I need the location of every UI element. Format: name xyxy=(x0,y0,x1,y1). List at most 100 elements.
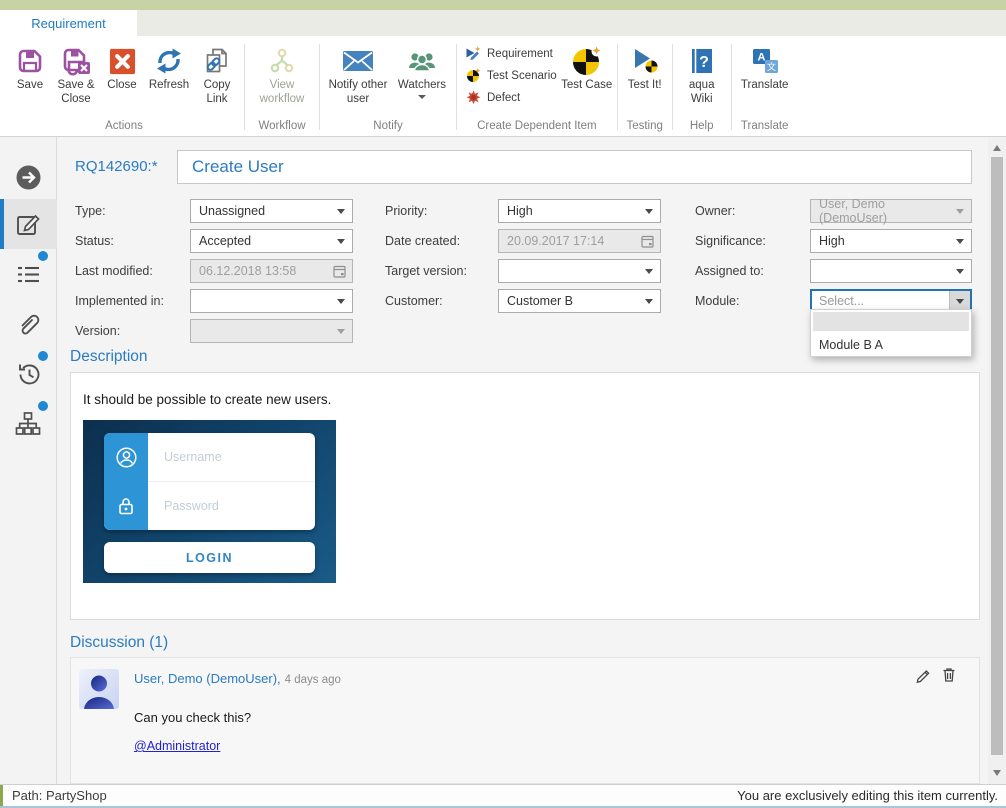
chevron-down-icon xyxy=(337,209,345,214)
item-editor-panel: RQ142690:* Type: Unassigned Priority: Hi… xyxy=(57,137,988,784)
item-path: Path: PartyShop xyxy=(12,788,107,803)
module-option-blank[interactable] xyxy=(813,312,969,331)
sidebar-collapse-button[interactable] xyxy=(0,155,57,199)
translate-button[interactable]: A文 Translate xyxy=(736,36,794,93)
ribbon-separator xyxy=(672,44,673,130)
field-label-type: Type: xyxy=(75,204,190,218)
description-heading: Description xyxy=(70,348,148,366)
history-icon xyxy=(15,361,42,388)
status-bar: Path: PartyShop You are exclusively edit… xyxy=(0,784,1006,808)
save-and-close-button[interactable]: Save & Close xyxy=(52,36,100,106)
field-label-version: Version: xyxy=(75,324,190,338)
ribbon-separator xyxy=(617,44,618,130)
module-dropdown-button[interactable] xyxy=(949,291,970,311)
last-modified-field: 06.12.2018 13:58 xyxy=(190,259,353,283)
type-dropdown[interactable]: Unassigned xyxy=(190,199,353,223)
username-placeholder: Username xyxy=(164,450,222,464)
status-dropdown[interactable]: Accepted xyxy=(190,229,353,253)
significance-dropdown[interactable]: High xyxy=(810,229,972,253)
edit-comment-button[interactable] xyxy=(915,666,932,683)
chevron-down-icon xyxy=(337,329,345,334)
watchers-icon xyxy=(406,43,438,79)
sidebar-item-dependencies[interactable] xyxy=(0,399,57,449)
ribbon-group-workflow: View workflow Workflow xyxy=(247,36,317,136)
sidebar-item-history[interactable] xyxy=(0,349,57,399)
group-label-translate: Translate xyxy=(736,120,794,136)
calendar-icon xyxy=(641,235,654,251)
paperclip-icon xyxy=(15,311,42,338)
chevron-down-icon xyxy=(645,269,653,274)
left-sidebar xyxy=(0,137,57,784)
close-button[interactable]: Close xyxy=(100,36,144,93)
test-it-icon xyxy=(630,43,660,79)
description-editor[interactable]: It should be possible to create new user… xyxy=(70,372,980,620)
arrow-right-circle-icon xyxy=(15,164,42,191)
watchers-button[interactable]: Watchers xyxy=(392,36,452,99)
ribbon-group-translate: A文 Translate Translate xyxy=(734,36,796,136)
chevron-down-icon xyxy=(645,209,653,214)
title-input[interactable] xyxy=(177,150,972,184)
refresh-icon xyxy=(154,43,184,79)
close-icon xyxy=(108,43,137,79)
sidebar-item-attachments[interactable] xyxy=(0,299,57,349)
comment-author[interactable]: User, Demo (DemoUser), xyxy=(134,671,281,686)
chevron-down-icon xyxy=(956,269,964,274)
notify-other-user-button[interactable]: Notify other user xyxy=(324,36,392,106)
field-label-significance: Significance: xyxy=(695,234,810,248)
test-it-button[interactable]: Test It! xyxy=(622,36,668,93)
save-button[interactable]: Save xyxy=(8,36,52,93)
password-placeholder: Password xyxy=(164,499,219,513)
description-text: It should be possible to create new user… xyxy=(83,392,967,407)
watchers-dropdown-caret xyxy=(418,95,426,99)
group-label-actions: Actions xyxy=(8,120,240,136)
priority-dropdown[interactable]: High xyxy=(498,199,661,223)
chevron-down-icon xyxy=(645,299,653,304)
notification-dot xyxy=(38,401,48,411)
create-test-case-button[interactable]: Test Case xyxy=(561,36,613,93)
test-scenario-icon xyxy=(465,67,482,84)
customer-dropdown[interactable]: Customer B xyxy=(498,289,661,313)
sidebar-item-edit[interactable] xyxy=(0,199,57,249)
field-label-module: Module: xyxy=(695,294,810,308)
version-dropdown xyxy=(190,319,353,343)
target-version-dropdown[interactable] xyxy=(498,259,661,283)
envelope-icon xyxy=(341,43,375,79)
field-label-priority: Priority: xyxy=(385,204,498,218)
create-requirement-button[interactable]: Requirement xyxy=(465,45,557,62)
workflow-icon xyxy=(267,43,297,79)
create-test-scenario-button[interactable]: Test Scenario xyxy=(465,67,557,84)
test-case-icon xyxy=(571,43,603,79)
module-option[interactable]: Module B A xyxy=(811,333,971,356)
tab-requirement[interactable]: Requirement xyxy=(0,10,137,36)
sidebar-item-subitems[interactable] xyxy=(0,249,57,299)
scrollbar-thumb[interactable] xyxy=(991,157,1003,755)
login-mock-button: LOGIN xyxy=(104,542,315,573)
chevron-down-icon xyxy=(956,239,964,244)
implemented-in-dropdown[interactable] xyxy=(190,289,353,313)
vertical-scrollbar[interactable] xyxy=(988,137,1006,784)
ribbon-separator xyxy=(244,44,245,130)
translate-icon: A文 xyxy=(750,43,780,79)
create-defect-button[interactable]: Defect xyxy=(465,89,557,106)
group-label-workflow: Workflow xyxy=(249,120,315,136)
calendar-icon xyxy=(333,265,346,281)
field-label-status: Status: xyxy=(75,234,190,248)
delete-comment-button[interactable] xyxy=(941,666,957,683)
scroll-up-arrow-icon[interactable] xyxy=(993,145,1001,151)
aqua-wiki-button[interactable]: ? aqua Wiki xyxy=(677,36,727,106)
group-label-testing: Testing xyxy=(622,120,668,136)
scroll-down-arrow-icon[interactable] xyxy=(993,770,1001,776)
refresh-button[interactable]: Refresh xyxy=(144,36,194,93)
ribbon-separator xyxy=(731,44,732,130)
ribbon-group-create-dependent: Requirement Test Scenario Defect xyxy=(459,36,615,136)
copy-link-button[interactable]: Copy Link xyxy=(194,36,240,106)
chevron-down-icon xyxy=(337,299,345,304)
notification-dot xyxy=(38,351,48,361)
mention-link[interactable]: @Administrator xyxy=(134,739,220,753)
assigned-to-dropdown[interactable] xyxy=(810,259,972,283)
window-title-strip xyxy=(0,0,1006,10)
login-screenshot-image: Username Password LOGIN xyxy=(83,420,336,583)
app-window: Requirement Save Save & Close xyxy=(0,0,1006,808)
field-label-assigned-to: Assigned to: xyxy=(695,264,810,278)
save-and-close-icon xyxy=(61,43,91,79)
